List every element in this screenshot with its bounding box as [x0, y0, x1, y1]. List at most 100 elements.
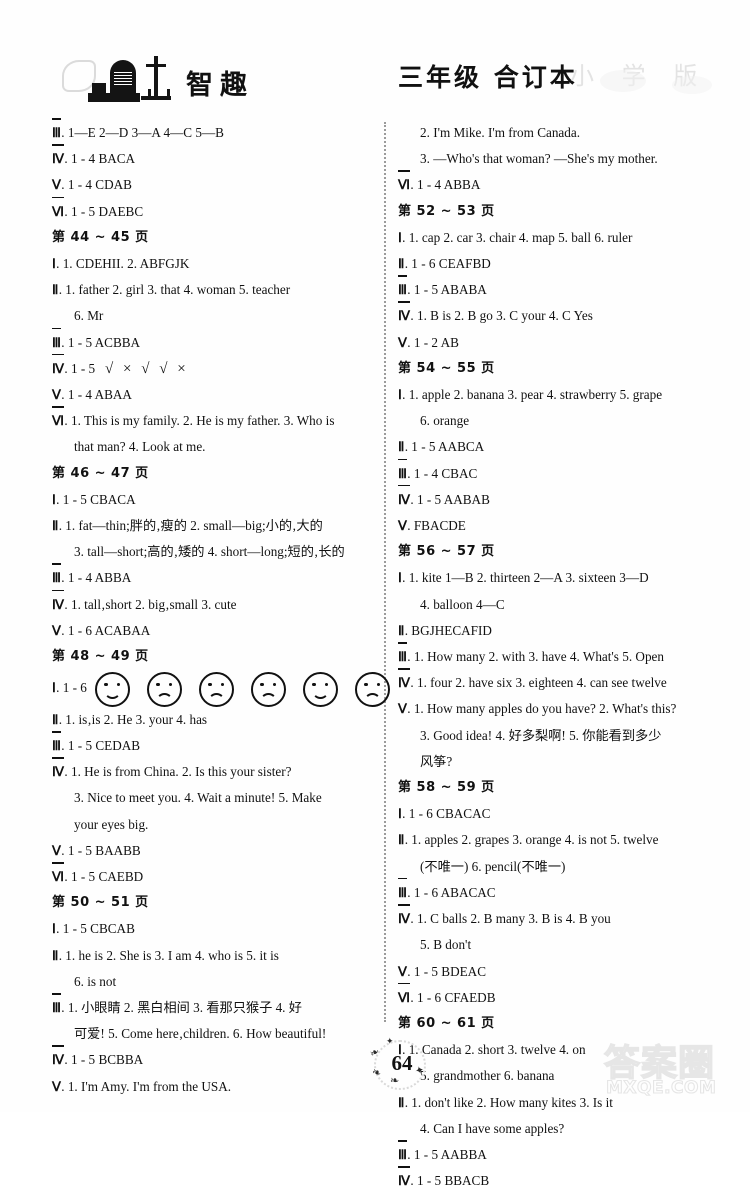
answer-line: Ⅴ. 1. How many apples do you have? 2. Wh… — [398, 696, 718, 722]
answer-line: Ⅳ. 1. C balls 2. B many 3. B is 4. B you — [398, 904, 718, 932]
exercise-roman-numeral: Ⅵ — [52, 196, 65, 225]
exercise-roman-numeral: Ⅱ — [398, 832, 405, 848]
answer-text: . 1. fat—thin;胖的‚瘦的 2. small—big;小的‚大的 — [58, 518, 323, 534]
answer-line: Ⅳ. 1 - 5 BBACB — [398, 1166, 718, 1194]
answer-continuation-line: 4. balloon 4—C — [420, 596, 505, 612]
exercise-roman-numeral: Ⅳ — [398, 301, 411, 329]
answer-line: Ⅴ. 1 - 5 BDEAC — [398, 959, 718, 985]
answer-text: . 1 - 4 CBAC — [407, 465, 478, 481]
answer-text: . 1 - 6 ACABAA — [61, 622, 151, 638]
exercise-roman-numeral: Ⅴ — [398, 334, 408, 350]
answer-continuation-line: 5. B don't — [420, 937, 472, 953]
answer-text: . 1 - 4 CDAB — [61, 177, 132, 193]
answer-line: Ⅴ. 1 - 5 BAABB — [52, 838, 372, 864]
exercise-roman-numeral: Ⅱ — [52, 518, 59, 534]
answer-line: Ⅲ. 1 - 5 AABBA — [398, 1139, 718, 1168]
answer-line: Ⅴ. 1 - 4 ABAA — [52, 382, 372, 408]
page-range-heading: 第 58 ~ 59 页 — [398, 780, 495, 796]
answer-line: Ⅳ. 1. B is 2. B go 3. C your 4. C Yes — [398, 301, 718, 329]
page-range-heading: 第 50 ~ 51 页 — [52, 895, 149, 911]
answer-text: . 1 - 5 CBACA — [56, 491, 136, 507]
answer-text: . 1. CDEHII. 2. ABFGJK — [56, 256, 190, 272]
answer-line: Ⅲ. 1. 小眼睛 2. 黑白相间 3. 看那只猴子 4. 好 — [52, 992, 372, 1021]
answer-text: . 1. cap 2. car 3. chair 4. map 5. ball … — [402, 229, 633, 245]
sad-face-icon — [146, 671, 182, 707]
answer-continuation-line: 风筝? — [420, 753, 453, 769]
answer-text: . 1. apples 2. grapes 3. orange 4. is no… — [404, 832, 659, 848]
answer-line: Ⅴ. 1 - 6 ACABAA — [52, 618, 372, 644]
exercise-roman-numeral: Ⅱ — [52, 282, 59, 298]
page-number: 64 — [391, 1050, 413, 1075]
exercise-roman-numeral: Ⅳ — [398, 668, 411, 696]
exercise-roman-numeral: Ⅵ — [398, 982, 411, 1011]
exercise-roman-numeral: Ⅴ — [52, 387, 62, 403]
exercise-roman-numeral: Ⅵ — [398, 170, 411, 198]
answer-line: Ⅱ. 1 - 5 AABCA — [398, 434, 718, 460]
answer-text: . 1. C balls 2. B many 3. B is 4. B you — [410, 911, 611, 927]
answer-continuation-line: 6. Mr — [74, 308, 104, 324]
answer-text: . 1 - 4 ABBA — [61, 570, 132, 586]
grade-title: 三年级 合订本 — [398, 63, 578, 92]
face-answer-row — [94, 671, 390, 707]
exercise-roman-numeral: Ⅱ — [52, 947, 59, 963]
answer-line: Ⅵ. 1 - 5 DAEBC — [52, 196, 372, 225]
answer-text: . 1 - 5 BAABB — [61, 842, 141, 858]
watermark: 答案圈 MXQE.COM — [603, 1022, 744, 1108]
page-range-heading: 第 52 ~ 53 页 — [398, 203, 495, 219]
logo-text: 智趣 — [186, 70, 254, 101]
answer-line: Ⅴ. FBACDE — [398, 513, 718, 539]
answer-line: Ⅵ. 1. This is my family. 2. He is my fat… — [52, 406, 372, 434]
answer-line: Ⅳ. 1. tall‚short 2. big‚small 3. cute — [52, 589, 372, 618]
answer-continuation-line: 3. —Who's that woman? —She's my mother. — [420, 151, 658, 167]
exercise-roman-numeral: Ⅲ — [52, 730, 62, 759]
answer-key-page: 智趣 三年级 合订本 小 学 版 Ⅲ. 1—E 2—D 3—A 4—C 5—B Ⅳ… — [0, 0, 750, 1188]
answer-line: Ⅵ. 1 - 4 ABBA — [398, 170, 718, 198]
page-header: 智趣 三年级 合订本 小 学 版 — [0, 52, 750, 114]
left-column: Ⅲ. 1—E 2—D 3—A 4—C 5—B Ⅳ. 1 - 4 BACA Ⅴ. 1 … — [52, 117, 390, 1100]
answer-text: . 1. This is my family. 2. He is my fath… — [64, 413, 335, 429]
answer-columns: Ⅲ. 1—E 2—D 3—A 4—C 5—B Ⅳ. 1 - 4 BACA Ⅴ. 1 … — [0, 117, 750, 1188]
page-range-heading: 第 44 ~ 45 页 — [52, 229, 149, 245]
answer-line: Ⅱ. 1. father 2. girl 3. that 4. woman 5.… — [52, 277, 372, 303]
page-number-ornament: ❧ ❧ ✦ ❧ ✦ 64 — [368, 1036, 426, 1090]
answer-text: . 1 - 5 AABCA — [404, 439, 485, 455]
answer-line: Ⅲ. 1 - 4 CBAC — [398, 458, 718, 487]
exercise-roman-numeral: Ⅵ — [52, 861, 65, 890]
faded-header-text: 小 学 版 — [570, 62, 708, 90]
answer-continuation-line: that man? 4. Look at me. — [74, 439, 206, 455]
answer-line: Ⅰ. 1 - 5 CBACA — [52, 487, 372, 513]
exercise-roman-numeral: Ⅴ — [52, 842, 62, 858]
answer-line-faces: Ⅰ. 1 - 6 — [52, 670, 390, 707]
happy-face-icon — [94, 671, 130, 707]
answer-continuation-line: 6. orange — [420, 413, 470, 429]
exercise-roman-numeral: Ⅲ — [52, 992, 62, 1021]
exercise-roman-numeral: Ⅴ — [52, 622, 62, 638]
answer-text: . 1 - 5 AABAB — [410, 491, 490, 507]
answer-text: . 1 - 5 AABBA — [407, 1146, 487, 1162]
answer-line: Ⅲ. 1 - 4 ABBA — [52, 563, 372, 591]
exercise-roman-numeral: Ⅴ — [398, 701, 408, 717]
answer-text: . 1 - 5 DAEBC — [64, 203, 144, 219]
answer-text: . 1 - 2 AB — [407, 334, 459, 350]
answer-text: . 1 - 6 — [56, 680, 87, 696]
exercise-roman-numeral: Ⅱ — [52, 711, 59, 727]
happy-face-icon — [302, 671, 338, 707]
answer-text: . 1 - 6 CEAFBD — [404, 256, 491, 272]
sad-face-icon — [250, 671, 286, 707]
exercise-roman-numeral: Ⅲ — [398, 1139, 408, 1168]
sad-face-icon — [354, 671, 390, 707]
page-range-heading: 第 56 ~ 57 页 — [398, 544, 495, 560]
page-range-heading: 第 54 ~ 55 页 — [398, 360, 495, 376]
answer-text: . 1. 小眼睛 2. 黑白相间 3. 看那只猴子 4. 好 — [61, 999, 302, 1015]
exercise-roman-numeral: Ⅲ — [52, 563, 62, 591]
answer-text: . 1—E 2—D 3—A 4—C 5—B — [61, 125, 224, 140]
answer-text: . FBACDE — [407, 518, 466, 534]
answer-line: Ⅰ. 1 - 6 CBACAC — [398, 801, 718, 827]
exercise-roman-numeral: Ⅵ — [52, 406, 65, 434]
exercise-roman-numeral: Ⅲ — [52, 117, 62, 146]
answer-line: Ⅲ. 1 - 5 CEDAB — [52, 730, 372, 759]
answer-text: . 1 - 5 CEDAB — [61, 737, 141, 753]
answer-continuation-line: 2. I'm Mike. I'm from Canada. — [420, 125, 581, 140]
answer-line: Ⅲ. 1. How many 2. with 3. have 4. What's… — [398, 642, 718, 670]
answer-line: Ⅲ. 1 - 5 ACBBA — [52, 327, 372, 356]
